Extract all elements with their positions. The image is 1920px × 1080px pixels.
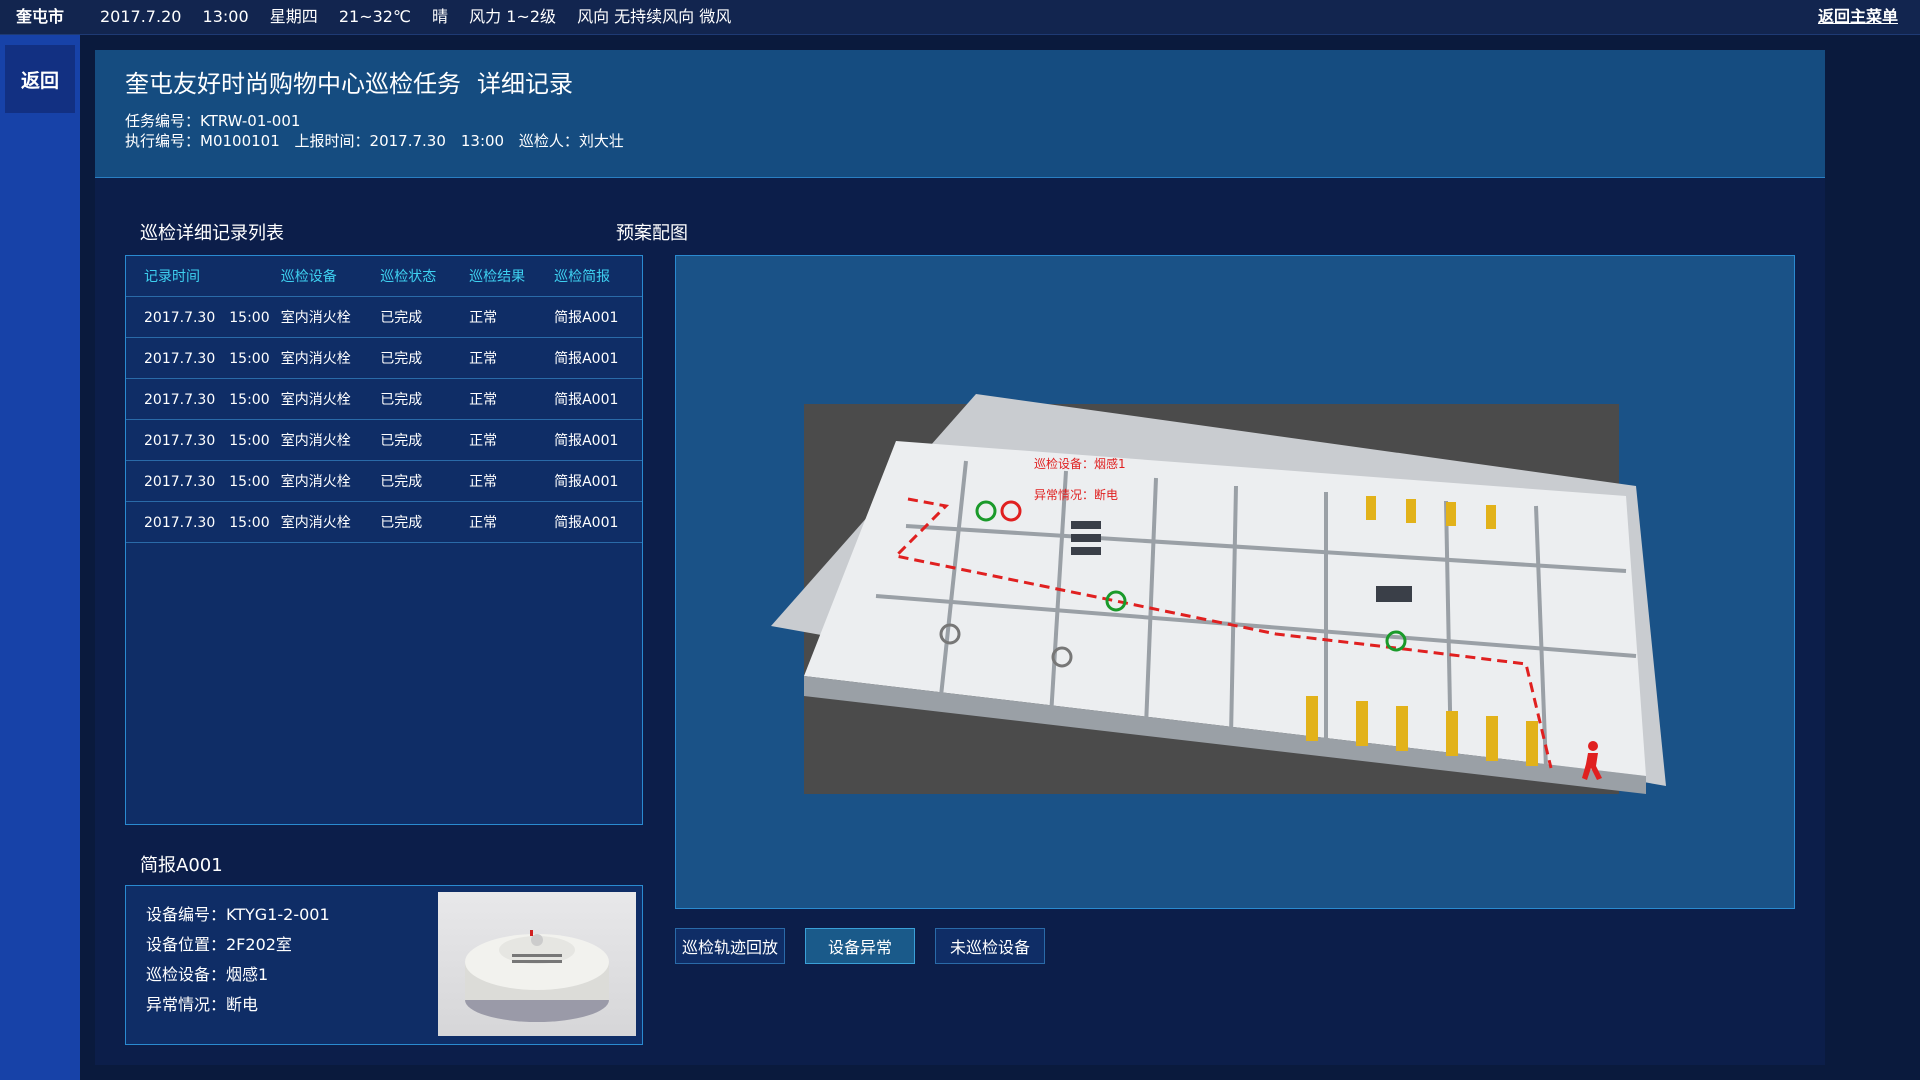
uninspected-devices-button[interactable]: 未巡检设备 [935, 928, 1045, 964]
wind-force: 风力 1~2级 [469, 7, 556, 26]
cell-status: 已完成 [380, 310, 423, 326]
weather-info: 2017.7.20 13:00 星期四 21~32℃ 晴 风力 1~2级 风向 … [100, 0, 747, 34]
brief-abnormal: 异常情况：断电 [146, 995, 259, 1014]
col-brief: 巡检简报 [554, 269, 611, 285]
table-header: 记录时间 巡检设备 巡检状态 巡检结果 巡检简报 [126, 256, 642, 297]
time: 13:00 [202, 7, 249, 26]
map-annotation-device: 巡检设备：烟感1 [1034, 456, 1126, 471]
date: 2017.7.20 [100, 7, 182, 26]
col-status: 巡检状态 [380, 269, 437, 285]
cell-device: 室内消火栓 [280, 310, 351, 326]
task-title: 奎屯友好时尚购物中心巡检任务 [125, 70, 461, 98]
brief-card: 设备编号：KTYG1-2-001 设备位置：2F202室 巡检设备：烟感1 异常… [125, 885, 643, 1045]
cell-time: 2017.7.30 15:00 [144, 515, 270, 531]
device-abnormal-button[interactable]: 设备异常 [805, 928, 915, 964]
route-playback-button[interactable]: 巡检轨迹回放 [675, 928, 785, 964]
record-table: 记录时间 巡检设备 巡检状态 巡检结果 巡检简报 2017.7.30 15:00… [125, 255, 643, 825]
plan-map-panel: 巡检设备：烟感1 异常情况：断电 [675, 255, 1795, 909]
sidebar: 返回 [0, 35, 80, 1080]
map-annotation-abnormal: 异常情况：断电 [1034, 487, 1118, 502]
page-title: 奎屯友好时尚购物中心巡检任务 详细记录 [125, 64, 589, 99]
back-button[interactable]: 返回 [5, 45, 75, 113]
record-list-title: 巡检详细记录列表 [140, 223, 284, 244]
city-name: 奎屯市 [16, 7, 65, 26]
cell-device: 室内消火栓 [280, 351, 351, 367]
brief-title: 简报A001 [140, 855, 223, 876]
cell-brief: 简报A001 [554, 351, 619, 367]
brief-device-number: 设备编号：KTYG1-2-001 [146, 905, 330, 924]
cell-result: 正常 [469, 392, 498, 408]
temperature: 21~32℃ [338, 7, 411, 26]
cell-device: 室内消火栓 [280, 474, 351, 490]
wind-direction: 风向 无持续风向 微风 [577, 7, 732, 26]
brief-location: 设备位置：2F202室 [146, 935, 292, 954]
table-row[interactable]: 2017.7.30 15:00 室内消火栓 已完成 正常 简报A001 [126, 461, 642, 502]
cell-time: 2017.7.30 15:00 [144, 474, 270, 490]
cell-brief: 简报A001 [554, 392, 619, 408]
cell-brief: 简报A001 [554, 474, 619, 490]
col-device: 巡检设备 [280, 269, 337, 285]
smoke-detector-image [438, 892, 636, 1036]
cell-result: 正常 [469, 310, 498, 326]
cell-time: 2017.7.30 15:00 [144, 310, 270, 326]
table-row[interactable]: 2017.7.30 15:00 室内消火栓 已完成 正常 简报A001 [126, 379, 642, 420]
task-number: 任务编号：KTRW-01-001 [125, 112, 301, 130]
cell-status: 已完成 [380, 392, 423, 408]
table-row[interactable]: 2017.7.30 15:00 室内消火栓 已完成 正常 简报A001 [126, 502, 642, 543]
cell-time: 2017.7.30 15:00 [144, 351, 270, 367]
task-header: 奎屯友好时尚购物中心巡检任务 详细记录 任务编号：KTRW-01-001 执行编号… [95, 50, 1825, 178]
table-row[interactable]: 2017.7.30 15:00 室内消火栓 已完成 正常 简报A001 [126, 420, 642, 461]
cell-device: 室内消火栓 [280, 433, 351, 449]
map-title: 预案配图 [616, 223, 688, 244]
brief-details: 设备编号：KTYG1-2-001 设备位置：2F202室 巡检设备：烟感1 异常… [146, 900, 330, 1020]
back-to-main-menu-link[interactable]: 返回主菜单 [1818, 0, 1898, 34]
table-row[interactable]: 2017.7.30 15:00 室内消火栓 已完成 正常 简报A001 [126, 297, 642, 338]
col-result: 巡检结果 [469, 269, 526, 285]
weekday: 星期四 [269, 7, 318, 26]
task-subtitle: 详细记录 [477, 70, 573, 98]
cell-brief: 简报A001 [554, 515, 619, 531]
cell-device: 室内消火栓 [280, 515, 351, 531]
cell-result: 正常 [469, 515, 498, 531]
cell-status: 已完成 [380, 433, 423, 449]
cell-brief: 简报A001 [554, 433, 619, 449]
floor-plan-map[interactable]: 巡检设备：烟感1 异常情况：断电 [676, 256, 1794, 908]
cell-status: 已完成 [380, 351, 423, 367]
cell-result: 正常 [469, 474, 498, 490]
col-record-time: 记录时间 [144, 269, 200, 285]
report-time: 上报时间：2017.7.30 13:00 [294, 132, 505, 150]
cell-status: 已完成 [380, 474, 423, 490]
cell-time: 2017.7.30 15:00 [144, 392, 270, 408]
main-panel: 奎屯友好时尚购物中心巡检任务 详细记录 任务编号：KTRW-01-001 执行编号… [95, 50, 1825, 1065]
cell-device: 室内消火栓 [280, 392, 351, 408]
table-row[interactable]: 2017.7.30 15:00 室内消火栓 已完成 正常 简报A001 [126, 338, 642, 379]
exec-number: 执行编号：M0100101 [125, 132, 280, 150]
inspector: 巡检人：刘大壮 [518, 132, 624, 150]
cell-time: 2017.7.30 15:00 [144, 433, 270, 449]
cell-status: 已完成 [380, 515, 423, 531]
brief-device: 巡检设备：烟感1 [146, 965, 269, 984]
task-meta: 执行编号：M0100101 上报时间：2017.7.30 13:00 巡检人：刘… [125, 130, 634, 151]
weather: 晴 [432, 7, 449, 26]
smoke-detector-icon [465, 930, 609, 1022]
cell-brief: 简报A001 [554, 310, 619, 326]
top-bar: 奎屯市 2017.7.20 13:00 星期四 21~32℃ 晴 风力 1~2级… [0, 0, 1920, 35]
cell-result: 正常 [469, 351, 498, 367]
cell-result: 正常 [469, 433, 498, 449]
